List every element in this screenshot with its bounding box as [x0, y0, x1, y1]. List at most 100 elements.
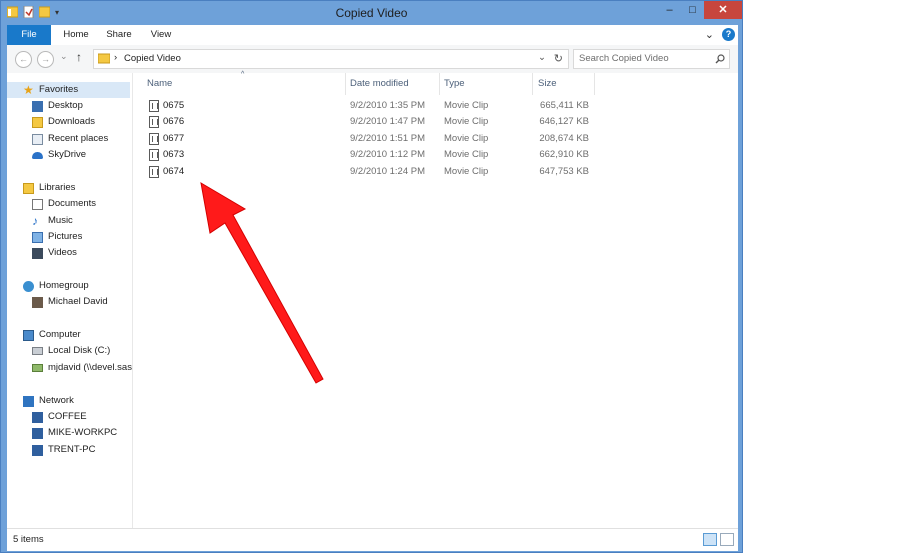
- nav-item-local-disk[interactable]: Local Disk (C:): [32, 343, 110, 359]
- search-input[interactable]: Search Copied Video: [579, 53, 669, 64]
- navigation-bar: ← → ⌄ ↑ › Copied Video ⌄ ↻ Search Copied…: [7, 45, 738, 74]
- up-icon[interactable]: ↑: [76, 50, 82, 64]
- address-bar[interactable]: › Copied Video ⌄ ↻: [93, 49, 569, 69]
- refresh-icon[interactable]: ↻: [554, 52, 563, 65]
- folder-icon: [98, 53, 110, 64]
- expand-ribbon-icon[interactable]: ⌄: [705, 28, 714, 41]
- column-header-size[interactable]: Size: [538, 73, 556, 95]
- nav-item-music[interactable]: ♪ Music: [32, 213, 73, 229]
- maximize-button[interactable]: □: [679, 1, 706, 19]
- downloads-icon: [32, 116, 43, 128]
- column-divider[interactable]: [532, 73, 533, 95]
- file-size: 665,411 KB: [540, 100, 589, 111]
- status-bar: 5 items: [7, 528, 738, 551]
- cloud-icon: [32, 151, 43, 159]
- nav-item-skydrive[interactable]: SkyDrive: [32, 147, 86, 163]
- forward-button[interactable]: →: [37, 51, 54, 68]
- nav-item-downloads[interactable]: Downloads: [32, 114, 95, 130]
- red-arrow-annotation: [200, 182, 324, 384]
- nav-label: MIKE-WORKPC: [48, 427, 118, 438]
- nav-label: Network: [39, 395, 74, 406]
- nav-network[interactable]: Network: [23, 393, 74, 409]
- nav-item-videos[interactable]: Videos: [32, 245, 77, 261]
- file-row[interactable]: 0675 9/2/2010 1:35 PM Movie Clip 665,411…: [147, 98, 607, 114]
- item-count: 5 items: [13, 534, 44, 545]
- file-name[interactable]: 0677: [163, 131, 184, 147]
- nav-label: Libraries: [39, 182, 76, 193]
- file-size: 646,127 KB: [539, 116, 589, 127]
- address-dropdown-icon[interactable]: ⌄: [538, 52, 546, 63]
- tab-view[interactable]: View: [144, 25, 178, 45]
- tab-share[interactable]: Share: [101, 25, 137, 45]
- nav-libraries[interactable]: Libraries: [23, 180, 75, 196]
- movie-file-icon: [149, 116, 159, 128]
- tab-file[interactable]: File: [7, 25, 51, 45]
- file-size: 647,753 KB: [539, 166, 589, 177]
- file-name[interactable]: 0676: [163, 114, 184, 130]
- nav-computer[interactable]: Computer: [23, 327, 81, 343]
- libraries-icon: [23, 182, 34, 194]
- column-divider[interactable]: [594, 73, 595, 95]
- ribbon-tabs: File Home Share View ⌄ ?: [7, 25, 738, 45]
- search-box[interactable]: Search Copied Video: [573, 49, 730, 69]
- search-icon[interactable]: [715, 54, 725, 64]
- help-icon[interactable]: ?: [722, 28, 735, 41]
- tab-home[interactable]: Home: [57, 25, 95, 45]
- nav-label: Music: [48, 215, 73, 226]
- large-icons-view-icon[interactable]: [720, 533, 734, 546]
- nav-item-coffee[interactable]: COFFEE: [32, 409, 87, 425]
- pictures-icon: [32, 231, 43, 243]
- recent-locations-icon[interactable]: ⌄: [60, 51, 68, 62]
- column-header-type[interactable]: Type: [444, 73, 465, 95]
- window-title: Copied Video: [335, 6, 408, 20]
- file-size: 208,674 KB: [539, 133, 589, 144]
- computer-icon: [23, 329, 34, 341]
- column-divider[interactable]: [345, 73, 346, 95]
- nav-item-trent-pc[interactable]: TRENT-PC: [32, 442, 96, 458]
- pc-icon: [32, 427, 43, 439]
- network-drive-icon: [32, 364, 43, 372]
- nav-label: Local Disk (C:): [48, 345, 111, 356]
- file-row[interactable]: 0677 9/2/2010 1:51 PM Movie Clip 208,674…: [147, 131, 607, 147]
- nav-label: TRENT-PC: [48, 444, 96, 455]
- close-button[interactable]: ✕: [704, 1, 742, 19]
- nav-item-pictures[interactable]: Pictures: [32, 229, 82, 245]
- nav-label: Homegroup: [39, 280, 89, 291]
- nav-label: Computer: [39, 329, 81, 340]
- breadcrumb-separator[interactable]: ›: [114, 52, 117, 63]
- nav-item-michael-david[interactable]: Michael David: [32, 294, 108, 310]
- title-bar[interactable]: ▾ Copied Video – □ ✕: [1, 1, 742, 25]
- column-header-name[interactable]: Name: [147, 73, 172, 95]
- file-name[interactable]: 0673: [163, 147, 184, 163]
- movie-file-icon: [149, 133, 159, 145]
- nav-favorites[interactable]: ★ Favorites: [23, 82, 78, 98]
- breadcrumb-current[interactable]: Copied Video: [124, 53, 181, 64]
- disk-icon: [32, 347, 43, 355]
- file-row[interactable]: 0673 9/2/2010 1:12 PM Movie Clip 662,910…: [147, 147, 607, 163]
- nav-label: Videos: [48, 247, 77, 258]
- nav-homegroup[interactable]: Homegroup: [23, 278, 89, 294]
- nav-label: Pictures: [48, 231, 83, 242]
- file-row[interactable]: 0676 9/2/2010 1:47 PM Movie Clip 646,127…: [147, 114, 607, 130]
- nav-item-documents[interactable]: Documents: [32, 196, 96, 212]
- nav-item-desktop[interactable]: Desktop: [32, 98, 83, 114]
- explorer-window: ▾ Copied Video – □ ✕ File Home Share Vie…: [0, 0, 743, 553]
- nav-label: Documents: [48, 198, 97, 209]
- column-header-date-modified[interactable]: Date modified: [350, 73, 409, 95]
- nav-label: COFFEE: [48, 411, 87, 422]
- file-name[interactable]: 0674: [163, 164, 184, 180]
- file-type: Movie Clip: [444, 166, 489, 177]
- file-name[interactable]: 0675: [163, 98, 184, 114]
- navigation-pane[interactable]: ★ Favorites Desktop Downloads Recent pla…: [7, 73, 133, 528]
- back-button[interactable]: ←: [15, 51, 32, 68]
- movie-file-icon: [149, 166, 159, 178]
- details-view-icon[interactable]: [703, 533, 717, 546]
- file-size: 662,910 KB: [539, 149, 589, 160]
- nav-item-network-drive[interactable]: mjdavid (\\devel.sas: [32, 360, 132, 376]
- movie-file-icon: [149, 100, 159, 112]
- nav-item-mike-workpc[interactable]: MIKE-WORKPC: [32, 425, 117, 441]
- column-divider[interactable]: [439, 73, 440, 95]
- file-date: 9/2/2010 1:47 PM: [350, 116, 425, 127]
- nav-item-recent-places[interactable]: Recent places: [32, 131, 108, 147]
- nav-label: Favorites: [39, 84, 79, 95]
